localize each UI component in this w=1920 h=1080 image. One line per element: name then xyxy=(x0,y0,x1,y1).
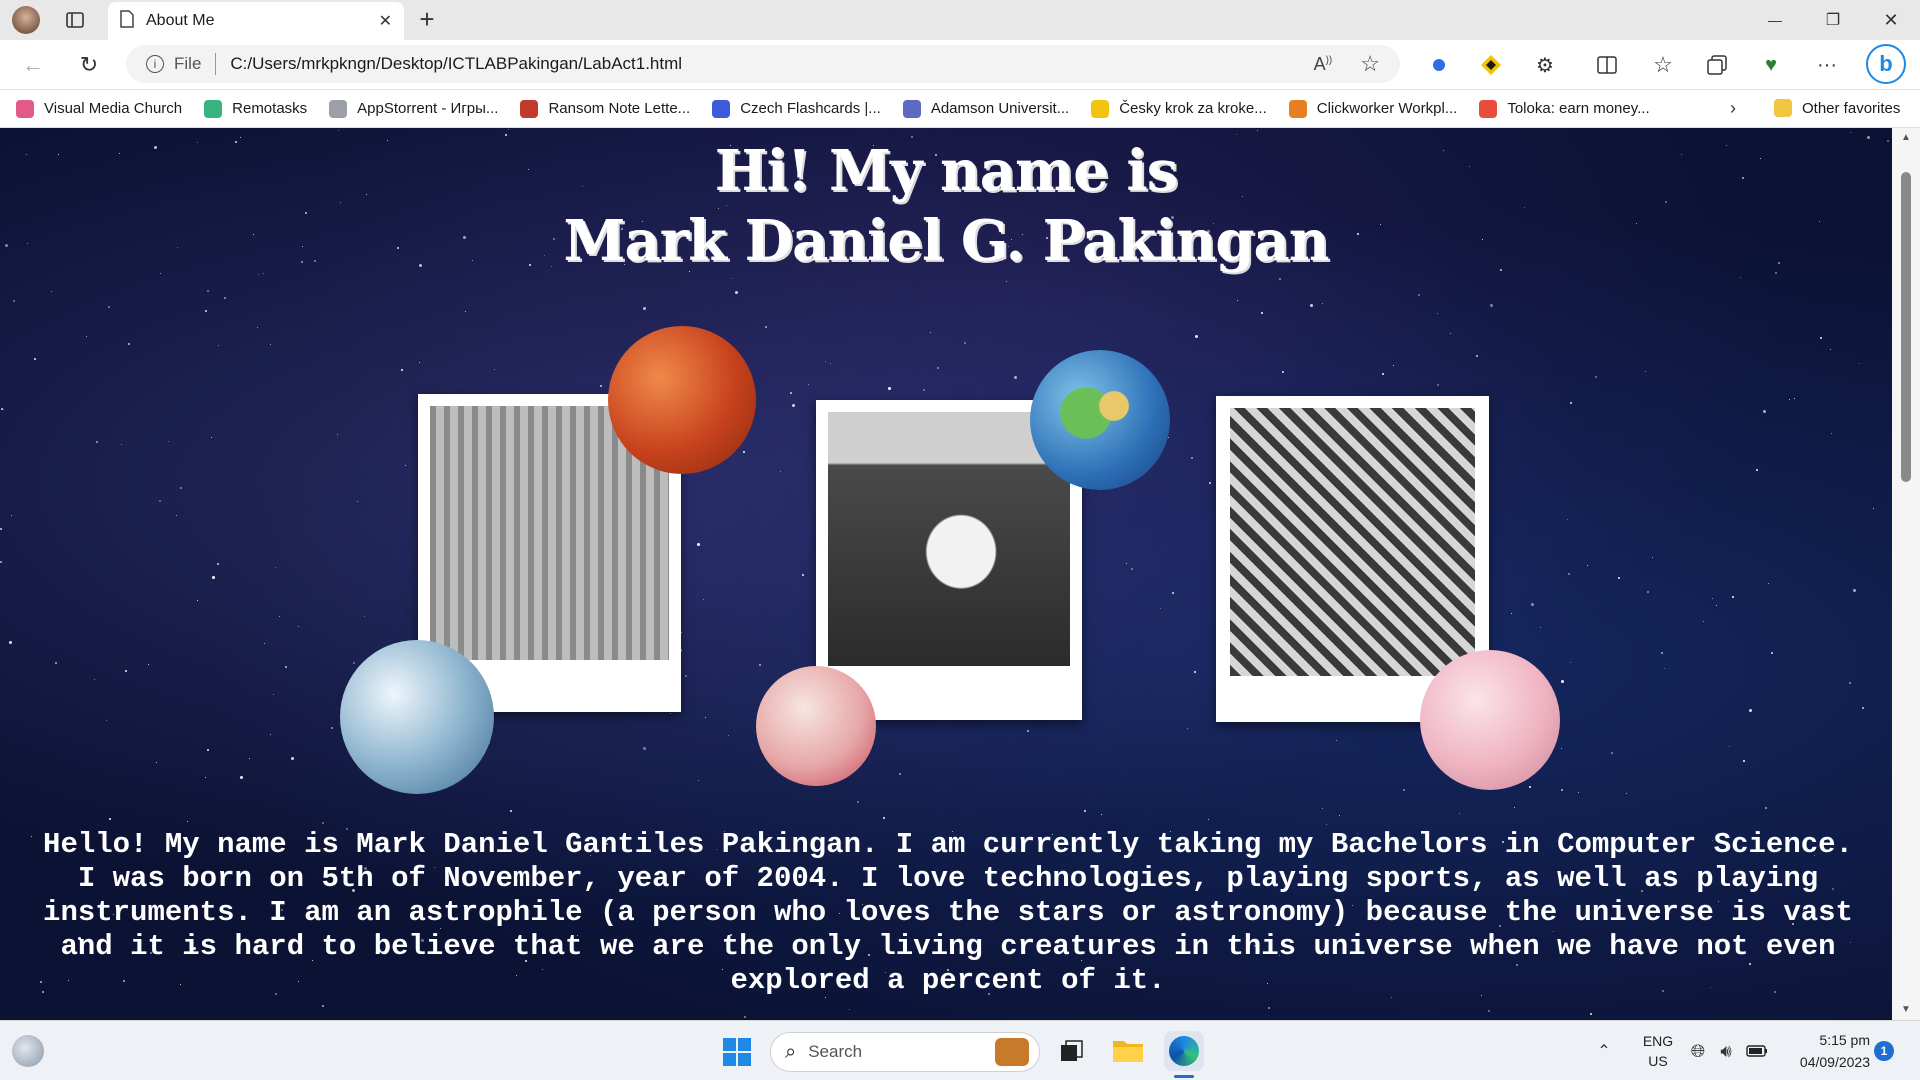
refresh-icon[interactable]: ↻ xyxy=(74,50,104,80)
favorite-site-icon xyxy=(712,99,731,118)
url-scheme: File xyxy=(174,54,202,73)
scrollbar-thumb[interactable] xyxy=(1901,172,1911,482)
minimize-button[interactable]: — xyxy=(1752,6,1798,34)
favorite-label: AppStorrent - Игры... xyxy=(357,100,499,117)
clock[interactable]: 5:15 pm 04/09/2023 xyxy=(1780,1029,1870,1073)
active-app-indicator xyxy=(1174,1075,1194,1078)
start-button[interactable] xyxy=(720,1035,754,1069)
favorite-link[interactable]: AppStorrent - Игры... xyxy=(329,99,499,118)
tab-about-me[interactable]: About Me ✕ xyxy=(108,2,404,40)
photo-carousel xyxy=(1230,408,1475,676)
other-favorites-folder[interactable]: Other favorites xyxy=(1774,99,1900,117)
clock-time: 5:15 pm xyxy=(1819,1032,1870,1048)
planet-pink-large xyxy=(1420,650,1560,790)
favorite-link[interactable]: Visual Media Church xyxy=(16,99,183,118)
taskbar-search[interactable]: ⌕ Search xyxy=(770,1032,1040,1072)
favorite-star-icon[interactable]: ☆ xyxy=(1360,51,1380,77)
favorite-site-icon xyxy=(1288,99,1307,118)
tab-close-icon[interactable]: ✕ xyxy=(379,11,392,31)
clock-date: 04/09/2023 xyxy=(1799,1054,1870,1070)
favorite-link[interactable]: Adamson Universit... xyxy=(902,99,1070,118)
favorite-site-icon xyxy=(1479,99,1498,118)
favorites-overflow-chevron-icon[interactable]: › xyxy=(1730,98,1736,119)
favorite-label: Toloka: earn money... xyxy=(1507,100,1650,117)
favorite-site-icon xyxy=(16,99,34,118)
favorite-link[interactable]: Czech Flashcards |... xyxy=(712,99,881,118)
divider xyxy=(215,53,217,75)
back-arrow-icon[interactable]: ← xyxy=(18,50,48,80)
task-view-icon[interactable] xyxy=(1056,1035,1088,1067)
page-scrollbar[interactable]: ▲ ▼ xyxy=(1892,128,1920,1020)
split-screen-icon[interactable] xyxy=(1594,52,1620,78)
favorite-link[interactable]: Clickworker Workpl... xyxy=(1288,99,1458,118)
page-icon xyxy=(120,9,134,33)
extensions-puzzle-icon[interactable]: ⚙ xyxy=(1532,52,1558,78)
restore-button[interactable]: ❐ xyxy=(1810,6,1856,34)
battery-icon[interactable] xyxy=(1744,1041,1770,1061)
language-code: ENG xyxy=(1642,1033,1674,1049)
bing-copilot-icon[interactable]: b xyxy=(1866,44,1906,84)
profile-avatar[interactable] xyxy=(12,6,40,34)
search-label: Search xyxy=(808,1042,863,1061)
info-icon[interactable]: i xyxy=(146,55,164,73)
read-aloud-icon[interactable]: A)) xyxy=(1314,54,1333,75)
favorite-label: Visual Media Church xyxy=(44,100,183,117)
region-code: US xyxy=(1648,1053,1668,1069)
planet-ice xyxy=(340,640,494,794)
tab-actions-icon[interactable] xyxy=(62,8,88,32)
url-text[interactable]: C:/Users/mrkpkngn/Desktop/ICTLABPakingan… xyxy=(230,54,1313,74)
navigation-bar: ← ↻ i File C:/Users/mrkpkngn/Desktop/ICT… xyxy=(0,40,1920,90)
weather-widget-icon[interactable] xyxy=(12,1035,44,1067)
extension-yellow-icon[interactable] xyxy=(1478,52,1504,78)
favorite-label: Remotasks xyxy=(232,100,308,117)
favorite-link[interactable]: Remotasks xyxy=(204,99,308,118)
search-icon: ⌕ xyxy=(785,1040,797,1063)
favorite-link[interactable]: Toloka: earn money... xyxy=(1479,99,1650,118)
favorite-site-icon xyxy=(204,99,223,118)
planet-earth xyxy=(1030,350,1170,490)
favorite-label: Adamson Universit... xyxy=(930,100,1070,117)
favorites-icon[interactable]: ☆ xyxy=(1650,52,1676,78)
file-explorer-icon[interactable] xyxy=(1110,1033,1146,1067)
collections-icon[interactable] xyxy=(1704,52,1730,78)
favorite-link[interactable]: Ransom Note Lette... xyxy=(520,99,691,118)
close-window-button[interactable]: ✕ xyxy=(1868,6,1914,34)
favorite-site-icon xyxy=(520,99,539,118)
language-indicator[interactable]: ENG US xyxy=(1636,1031,1680,1071)
scroll-up-arrow-icon[interactable]: ▲ xyxy=(1900,130,1912,144)
favorite-label: Česky krok za kroke... xyxy=(1119,100,1267,117)
show-hidden-icons-chevron-icon[interactable]: ⌃ xyxy=(1592,1039,1616,1063)
other-favorites-label: Other favorites xyxy=(1802,99,1901,117)
browser-titlebar: About Me ✕ + — ❐ ✕ xyxy=(0,0,1920,40)
notification-badge[interactable]: 1 xyxy=(1874,1041,1894,1061)
search-highlight-icon xyxy=(995,1038,1029,1066)
planet-pink-small xyxy=(756,666,876,786)
address-bar[interactable]: i File C:/Users/mrkpkngn/Desktop/ICTLABP… xyxy=(126,45,1400,83)
favorite-label: Czech Flashcards |... xyxy=(740,100,881,117)
favorites-bar: Visual Media Church Remotasks AppStorrent … xyxy=(0,90,1920,128)
favorite-label: Ransom Note Lette... xyxy=(548,100,691,117)
favorite-site-icon xyxy=(1091,99,1110,118)
favorite-label: Clickworker Workpl... xyxy=(1316,100,1458,117)
more-menu-icon[interactable]: ··· xyxy=(1812,52,1842,78)
edge-browser-icon[interactable] xyxy=(1164,1031,1204,1071)
favorite-site-icon xyxy=(329,99,348,118)
heading-line-1: Hi! My name is xyxy=(714,138,1178,204)
new-tab-button[interactable]: + xyxy=(412,4,442,34)
folder-icon xyxy=(1774,99,1792,117)
favorite-site-icon xyxy=(902,99,921,118)
heading-line-2: Mark Daniel G. Pakingan xyxy=(563,208,1330,274)
web-page: Hi! My name is Mark Daniel G. Pakingan H… xyxy=(0,128,1892,1020)
windows-taskbar: ⌕ Search ⌃ ENG US 🌐︎ 🔊︎ 5:15 pm 04/09/20… xyxy=(0,1020,1920,1080)
bio-paragraph: Hello! My name is Mark Daniel Gantiles P… xyxy=(43,828,1853,997)
favorite-link[interactable]: Česky krok za kroke... xyxy=(1091,99,1267,118)
network-globe-icon[interactable]: 🌐︎ xyxy=(1686,1039,1710,1063)
photo-portrait xyxy=(828,412,1070,666)
browser-essentials-icon[interactable]: ♥ xyxy=(1758,52,1784,78)
planet-mars xyxy=(608,326,756,474)
tab-title: About Me xyxy=(146,12,215,29)
scroll-down-arrow-icon[interactable]: ▼ xyxy=(1900,1002,1912,1016)
volume-icon[interactable]: 🔊︎ xyxy=(1714,1039,1738,1063)
extension-circle-icon[interactable] xyxy=(1426,52,1452,78)
